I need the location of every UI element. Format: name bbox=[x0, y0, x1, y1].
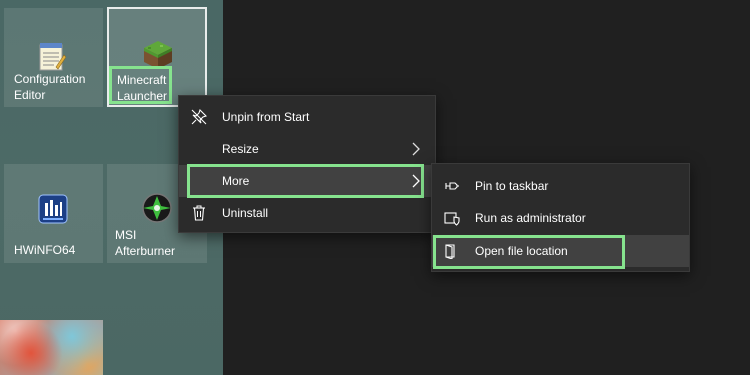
menu-item-label: Open file location bbox=[475, 244, 568, 258]
menu-item-label: Uninstall bbox=[222, 206, 269, 220]
menu-item-uninstall[interactable]: Uninstall bbox=[179, 197, 435, 229]
shield-icon bbox=[444, 212, 460, 226]
tile-minecraft-launcher[interactable]: Minecraft Launcher bbox=[107, 7, 207, 107]
tile-label: Minecraft Launcher bbox=[117, 73, 168, 103]
pin-icon bbox=[445, 182, 459, 190]
menu-item-unpin[interactable]: Unpin from Start bbox=[179, 101, 435, 133]
menu-item-run-as-admin[interactable]: Run as administrator bbox=[432, 202, 689, 234]
menu-item-label: Unpin from Start bbox=[222, 110, 310, 124]
folder-icon bbox=[445, 244, 455, 259]
minecraft-grass-block-icon bbox=[144, 41, 172, 69]
menu-item-resize[interactable]: Resize bbox=[179, 133, 435, 165]
menu-item-label: Resize bbox=[222, 142, 259, 156]
more-submenu: Pin to taskbar Run as administrator Open… bbox=[431, 163, 690, 272]
tile-label: HWiNFO64 bbox=[14, 243, 76, 257]
context-menu: Unpin from Start Resize More Uninstall bbox=[178, 95, 436, 233]
tile-hwinfo[interactable]: HWiNFO64 bbox=[4, 164, 103, 263]
chevron-right-icon bbox=[412, 142, 420, 156]
menu-item-open-file-location[interactable]: Open file location bbox=[432, 235, 689, 267]
tile-configuration-editor[interactable]: Configuration Editor bbox=[4, 8, 103, 107]
hwinfo-icon bbox=[38, 194, 68, 224]
msi-afterburner-icon bbox=[142, 193, 172, 223]
notepad-icon bbox=[39, 43, 66, 71]
chevron-right-icon bbox=[412, 174, 420, 188]
tile-label: Configuration Editor bbox=[14, 72, 86, 102]
menu-item-label: Run as administrator bbox=[475, 211, 586, 225]
tile-label: MSI Afterburner bbox=[115, 228, 176, 258]
menu-item-label: More bbox=[222, 174, 250, 188]
photo-tile[interactable] bbox=[0, 320, 103, 375]
menu-item-more[interactable]: More bbox=[179, 165, 435, 197]
unpin-icon bbox=[191, 109, 207, 125]
menu-item-pin-to-taskbar[interactable]: Pin to taskbar bbox=[432, 170, 689, 202]
menu-item-label: Pin to taskbar bbox=[475, 179, 549, 193]
trash-icon bbox=[193, 205, 205, 221]
